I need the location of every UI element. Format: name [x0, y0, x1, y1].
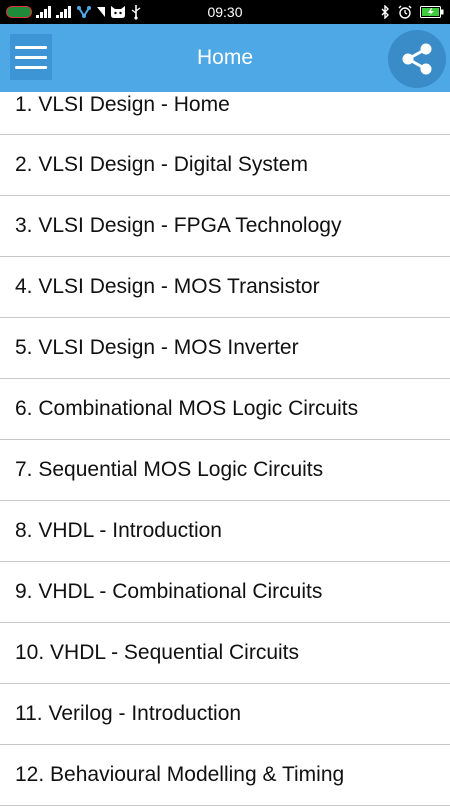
- status-left-icons: [0, 0, 142, 24]
- bluetooth-icon: [380, 0, 390, 24]
- list-item-label: 6. Combinational MOS Logic Circuits: [15, 397, 359, 420]
- network-icon: [76, 0, 92, 24]
- list-item-label: 4. VLSI Design - MOS Transistor: [15, 275, 320, 298]
- list-item[interactable]: 4. VLSI Design - MOS Transistor: [0, 257, 450, 318]
- alarm-icon: [398, 0, 412, 24]
- topic-list: 1. VLSI Design - Home 2. VLSI Design - D…: [0, 92, 450, 806]
- signal-icon: [36, 0, 52, 24]
- hamburger-menu-icon[interactable]: [10, 34, 52, 80]
- list-item-label: 1. VLSI Design - Home: [15, 93, 230, 116]
- list-item-label: 12. Behavioural Modelling & Timing: [15, 763, 345, 786]
- list-item[interactable]: 11. Verilog - Introduction: [0, 684, 450, 745]
- app-bar: Home: [0, 24, 450, 92]
- list-item-label: 8. VHDL - Introduction: [15, 519, 222, 542]
- cat-icon: [110, 0, 126, 24]
- list-item[interactable]: 5. VLSI Design - MOS Inverter: [0, 318, 450, 379]
- notification-icon: [96, 0, 106, 24]
- list-item-label: 11. Verilog - Introduction: [15, 702, 242, 725]
- battery-charging-icon: [420, 0, 444, 24]
- list-item-label: 2. VLSI Design - Digital System: [15, 153, 308, 176]
- share-icon[interactable]: [388, 30, 446, 88]
- list-item[interactable]: 2. VLSI Design - Digital System: [0, 135, 450, 196]
- list-item[interactable]: 9. VHDL - Combinational Circuits: [0, 562, 450, 623]
- carrier-logo-icon: [6, 0, 32, 24]
- list-item[interactable]: 8. VHDL - Introduction: [0, 501, 450, 562]
- list-item-label: 10. VHDL - Sequential Circuits: [15, 641, 300, 664]
- list-item-label: 9. VHDL - Combinational Circuits: [15, 580, 323, 603]
- list-item[interactable]: 3. VLSI Design - FPGA Technology: [0, 196, 450, 257]
- usb-icon: [130, 0, 142, 24]
- list-item-label: 3. VLSI Design - FPGA Technology: [15, 214, 342, 237]
- list-item-label: 5. VLSI Design - MOS Inverter: [15, 336, 299, 359]
- signal-icon: [56, 0, 72, 24]
- list-item[interactable]: 10. VHDL - Sequential Circuits: [0, 623, 450, 684]
- list-item[interactable]: 1. VLSI Design - Home: [0, 92, 450, 135]
- status-right-icons: [380, 0, 444, 24]
- list-item[interactable]: 7. Sequential MOS Logic Circuits: [0, 440, 450, 501]
- list-item[interactable]: 12. Behavioural Modelling & Timing: [0, 745, 450, 806]
- page-title: Home: [196, 46, 254, 69]
- list-item[interactable]: 6. Combinational MOS Logic Circuits: [0, 379, 450, 440]
- status-bar: 09:30: [0, 0, 450, 24]
- list-item-label: 7. Sequential MOS Logic Circuits: [15, 458, 324, 481]
